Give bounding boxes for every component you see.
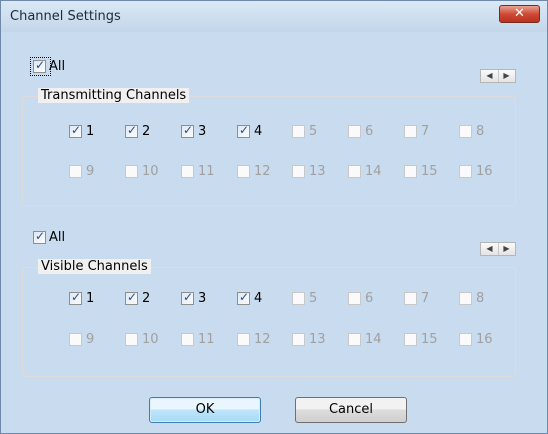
visible-all-checkbox[interactable] — [33, 229, 46, 244]
transmitting-channel-5-label: 5 — [309, 124, 318, 139]
visible-channel-11-label: 11 — [198, 332, 215, 347]
transmitting-channel-4-checkbox[interactable] — [237, 123, 250, 138]
transmitting-all-label[interactable]: All — [49, 59, 65, 74]
scroll-left-icon[interactable]: ◀ — [481, 70, 499, 82]
title-bar: Channel Settings ✕ — [1, 1, 547, 32]
visible-channel-4-checkbox[interactable] — [237, 290, 250, 305]
transmitting-channel-9-label: 9 — [86, 164, 95, 179]
visible-channel-10-checkbox — [125, 333, 138, 346]
transmitting-channel-11-checkbox — [181, 165, 194, 178]
visible-channel-6-label: 6 — [365, 291, 374, 306]
visible-channel-7-label: 7 — [421, 291, 430, 306]
visible-channel-1-label: 1 — [86, 291, 95, 306]
visible-channel-2-checkbox[interactable] — [125, 290, 138, 305]
transmitting-channel-6-label: 6 — [365, 124, 374, 139]
visible-channels-group — [22, 267, 516, 377]
transmitting-channel-16-checkbox — [459, 165, 472, 178]
visible-channel-11-checkbox — [181, 333, 194, 346]
transmitting-channel-3-checkbox[interactable] — [181, 123, 194, 138]
transmitting-scroll-buttons: ◀ ▶ — [480, 69, 516, 83]
transmitting-channel-13-label: 13 — [309, 164, 326, 179]
scroll-left-icon[interactable]: ◀ — [481, 243, 499, 255]
transmitting-channels-group — [22, 96, 516, 206]
transmitting-channel-8-checkbox — [459, 125, 472, 138]
visible-channel-16-checkbox — [459, 333, 472, 346]
visible-channel-16-label: 16 — [476, 332, 493, 347]
ok-button[interactable]: OK — [149, 397, 261, 423]
transmitting-channel-4-label: 4 — [254, 124, 263, 139]
visible-channel-12-label: 12 — [254, 332, 271, 347]
visible-channel-9-checkbox — [69, 333, 82, 346]
visible-channel-8-label: 8 — [476, 291, 485, 306]
visible-channel-3-checkbox[interactable] — [181, 290, 194, 305]
transmitting-channel-10-label: 10 — [142, 164, 159, 179]
visible-channel-5-label: 5 — [309, 291, 318, 306]
transmitting-channel-15-label: 15 — [421, 164, 438, 179]
scroll-right-icon[interactable]: ▶ — [498, 70, 515, 82]
transmitting-channel-14-label: 14 — [365, 164, 382, 179]
visible-channel-15-label: 15 — [421, 332, 438, 347]
transmitting-channel-12-checkbox — [237, 165, 250, 178]
transmitting-channel-5-checkbox — [292, 125, 305, 138]
visible-channel-14-label: 14 — [365, 332, 382, 347]
visible-channel-10-label: 10 — [142, 332, 159, 347]
transmitting-channel-3-label: 3 — [198, 124, 207, 139]
transmitting-channel-16-label: 16 — [476, 164, 493, 179]
visible-channel-14-checkbox — [348, 333, 361, 346]
close-icon: ✕ — [514, 6, 525, 21]
visible-channel-15-checkbox — [404, 333, 417, 346]
transmitting-channel-14-checkbox — [348, 165, 361, 178]
visible-channels-title: Visible Channels — [38, 259, 151, 274]
transmitting-channel-6-checkbox — [348, 125, 361, 138]
visible-all-label[interactable]: All — [49, 230, 65, 245]
transmitting-channel-2-label: 2 — [142, 124, 151, 139]
visible-channel-6-checkbox — [348, 292, 361, 305]
visible-channel-7-checkbox — [404, 292, 417, 305]
transmitting-all-checkbox[interactable] — [33, 58, 46, 73]
scroll-right-icon[interactable]: ▶ — [498, 243, 515, 255]
transmitting-channel-10-checkbox — [125, 165, 138, 178]
transmitting-channel-2-checkbox[interactable] — [125, 123, 138, 138]
cancel-button[interactable]: Cancel — [295, 397, 407, 423]
transmitting-channel-1-label: 1 — [86, 124, 95, 139]
visible-channel-13-label: 13 — [309, 332, 326, 347]
transmitting-channel-7-label: 7 — [421, 124, 430, 139]
transmitting-channel-8-label: 8 — [476, 124, 485, 139]
visible-channel-1-checkbox[interactable] — [69, 290, 82, 305]
transmitting-channel-1-checkbox[interactable] — [69, 123, 82, 138]
transmitting-channels-title: Transmitting Channels — [38, 88, 190, 103]
visible-channel-2-label: 2 — [142, 291, 151, 306]
visible-scroll-buttons: ◀ ▶ — [480, 242, 516, 256]
transmitting-channel-7-checkbox — [404, 125, 417, 138]
close-button[interactable]: ✕ — [499, 5, 540, 23]
visible-channel-9-label: 9 — [86, 332, 95, 347]
window-title: Channel Settings — [10, 9, 121, 24]
visible-channel-8-checkbox — [459, 292, 472, 305]
visible-channel-5-checkbox — [292, 292, 305, 305]
transmitting-channel-11-label: 11 — [198, 164, 215, 179]
transmitting-channel-12-label: 12 — [254, 164, 271, 179]
transmitting-channel-15-checkbox — [404, 165, 417, 178]
transmitting-channel-13-checkbox — [292, 165, 305, 178]
visible-channel-4-label: 4 — [254, 291, 263, 306]
visible-channel-13-checkbox — [292, 333, 305, 346]
visible-channel-3-label: 3 — [198, 291, 207, 306]
visible-channel-12-checkbox — [237, 333, 250, 346]
transmitting-channel-9-checkbox — [69, 165, 82, 178]
